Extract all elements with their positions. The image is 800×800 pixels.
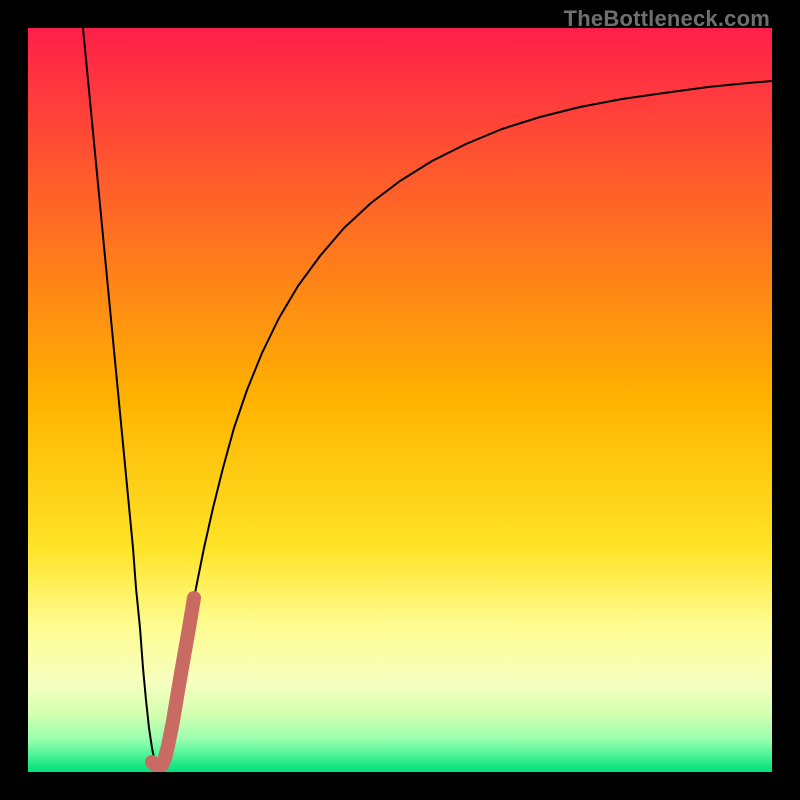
- chart-frame: TheBottleneck.com: [0, 0, 800, 800]
- plot-area: [28, 28, 772, 772]
- highlight-segment: [152, 598, 194, 766]
- curve-layer: [28, 28, 772, 772]
